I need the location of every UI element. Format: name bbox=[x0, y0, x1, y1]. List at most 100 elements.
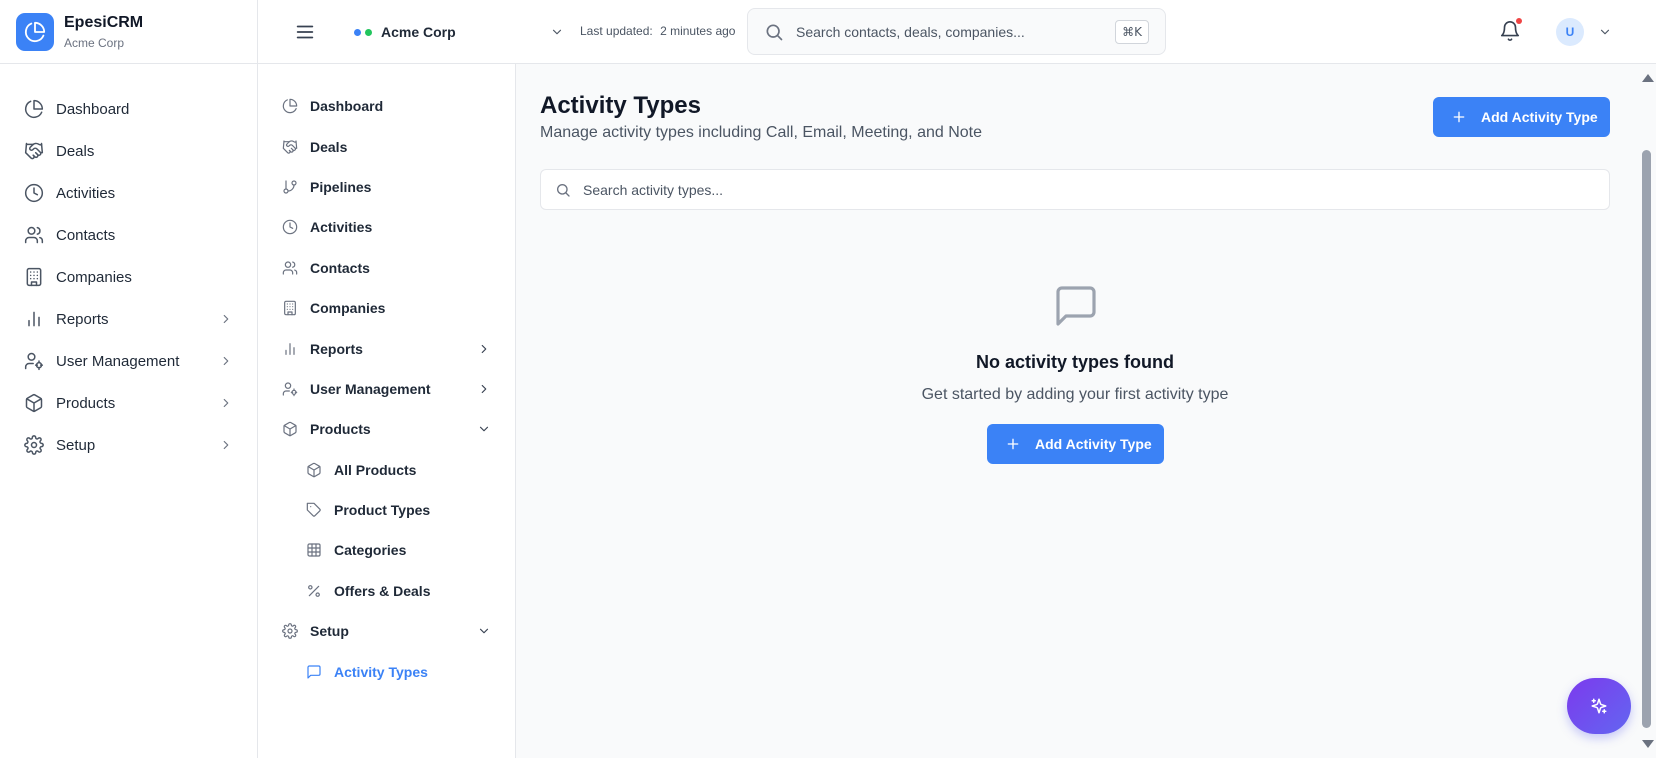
subnav-item-offers-deals[interactable]: Offers & Deals bbox=[258, 571, 515, 611]
brand-org: Acme Corp bbox=[64, 35, 125, 50]
chevron-down-icon bbox=[479, 628, 489, 634]
percent-icon bbox=[308, 584, 320, 597]
scroll-down-arrow-icon[interactable] bbox=[1642, 740, 1654, 748]
menu-icon[interactable] bbox=[294, 21, 316, 43]
activity-types-search[interactable] bbox=[540, 169, 1610, 210]
secondary-sidebar: Dashboard Deals Pipelines Activities Con… bbox=[258, 64, 516, 758]
subnav-item-all-products[interactable]: All Products bbox=[258, 450, 515, 490]
chevron-down-icon[interactable] bbox=[1598, 25, 1612, 39]
sidebar-item-label: Deals bbox=[56, 142, 95, 160]
chevron-down-icon bbox=[552, 29, 562, 35]
subnav-item-dashboard[interactable]: Dashboard bbox=[258, 86, 515, 126]
clock-icon bbox=[282, 220, 298, 235]
subnav-item-pipelines[interactable]: Pipelines bbox=[258, 167, 515, 207]
brand[interactable]: EpesiCRM Acme Corp bbox=[0, 0, 257, 64]
subnav-item-label: Reports bbox=[310, 340, 363, 357]
gear-icon bbox=[282, 623, 298, 640]
sidebar-item-label: Dashboard bbox=[56, 100, 130, 118]
sidebar-item-companies[interactable]: Companies bbox=[0, 256, 257, 298]
last-updated: Last updated: 2 minutes ago bbox=[580, 24, 735, 38]
subnav-item-user-management[interactable]: User Management bbox=[258, 369, 515, 409]
handshake-icon bbox=[24, 142, 44, 160]
sparkles-icon bbox=[1591, 698, 1607, 714]
sidebar-item-activities[interactable]: Activities bbox=[0, 172, 257, 214]
search-icon bbox=[766, 24, 783, 40]
subnav-item-label: User Management bbox=[310, 380, 431, 397]
sidebar-item-label: User Management bbox=[56, 352, 180, 370]
org-status-dot bbox=[354, 28, 361, 36]
chevron-right-icon bbox=[223, 398, 229, 408]
subnav-item-setup[interactable]: Setup bbox=[258, 611, 515, 651]
brand-logo-icon bbox=[16, 12, 54, 51]
subnav-item-label: Offers & Deals bbox=[334, 582, 431, 599]
subnav-item-companies[interactable]: Companies bbox=[258, 288, 515, 328]
subnav-item-activity-types[interactable]: Activity Types bbox=[258, 651, 515, 691]
ai-assistant-button[interactable] bbox=[1567, 678, 1631, 734]
sidebar-item-dashboard[interactable]: Dashboard bbox=[0, 88, 257, 130]
subnav-item-product-types[interactable]: Product Types bbox=[258, 490, 515, 530]
empty-state-title: No activity types found bbox=[975, 352, 1175, 372]
subnav-item-label: Pipelines bbox=[310, 178, 372, 195]
subnav-item-label: Product Types bbox=[334, 502, 431, 519]
handshake-icon bbox=[282, 139, 298, 154]
package-icon bbox=[283, 422, 297, 437]
secondary-nav: Dashboard Deals Pipelines Activities Con… bbox=[258, 64, 515, 692]
message-square-icon bbox=[307, 665, 321, 679]
chevron-right-icon bbox=[223, 314, 229, 324]
add-activity-type-button[interactable]: Add Activity Type bbox=[1433, 97, 1610, 137]
package-icon bbox=[25, 393, 43, 413]
subnav-item-label: Activities bbox=[310, 219, 373, 236]
grid-icon bbox=[307, 543, 321, 558]
brand-name: EpesiCRM bbox=[64, 13, 144, 31]
pie-chart-icon bbox=[282, 98, 298, 114]
sidebar-item-reports[interactable]: Reports bbox=[0, 298, 257, 340]
scroll-thumb[interactable] bbox=[1642, 150, 1651, 728]
chevron-down-icon bbox=[479, 426, 489, 432]
building-icon bbox=[284, 300, 296, 316]
subnav-item-label: Setup bbox=[310, 623, 349, 640]
subnav-item-label: All Products bbox=[334, 461, 417, 478]
sidebar-item-label: Contacts bbox=[56, 226, 116, 244]
empty-add-activity-type-button[interactable]: Add Activity Type bbox=[987, 424, 1164, 464]
global-search-input[interactable] bbox=[796, 23, 1086, 40]
scrollbar[interactable] bbox=[1638, 64, 1656, 758]
sidebar-item-setup[interactable]: Setup bbox=[0, 424, 257, 466]
org-switcher-label: Acme Corp bbox=[381, 24, 456, 40]
empty-add-activity-type-label: Add Activity Type bbox=[1035, 436, 1152, 452]
user-cog-icon bbox=[24, 352, 44, 371]
sidebar-item-contacts[interactable]: Contacts bbox=[0, 214, 257, 256]
bar-chart-icon bbox=[28, 311, 40, 327]
page-title: Activity Types bbox=[540, 92, 701, 119]
subnav-item-products[interactable]: Products bbox=[258, 409, 515, 449]
activity-types-search-input[interactable] bbox=[583, 181, 1483, 198]
gear-icon bbox=[24, 435, 44, 455]
users-icon bbox=[282, 261, 298, 275]
sidebar-item-label: Companies bbox=[56, 268, 132, 286]
sidebar-item-label: Products bbox=[56, 394, 116, 412]
sidebar-item-deals[interactable]: Deals bbox=[0, 130, 257, 172]
pie-chart-icon bbox=[24, 99, 44, 119]
chevron-right-icon bbox=[223, 440, 229, 450]
search-icon bbox=[557, 183, 570, 197]
org-switcher[interactable]: Acme Corp bbox=[354, 20, 564, 44]
tag-icon bbox=[306, 502, 321, 517]
chevron-right-icon bbox=[481, 384, 487, 394]
users-icon bbox=[24, 226, 44, 244]
user-cog-icon bbox=[282, 382, 298, 397]
clock-icon bbox=[24, 183, 44, 203]
main-content: Activity Types Manage activity types inc… bbox=[516, 64, 1638, 758]
chevron-right-icon bbox=[223, 356, 229, 366]
sidebar-item-user-management[interactable]: User Management bbox=[0, 340, 257, 382]
subnav-item-label: Dashboard bbox=[310, 98, 384, 115]
sidebar-item-products[interactable]: Products bbox=[0, 382, 257, 424]
subnav-item-deals[interactable]: Deals bbox=[258, 126, 515, 166]
chevron-right-icon bbox=[481, 344, 487, 353]
subnav-item-categories[interactable]: Categories bbox=[258, 530, 515, 570]
avatar[interactable]: U bbox=[1556, 18, 1584, 46]
scroll-up-arrow-icon[interactable] bbox=[1642, 74, 1654, 82]
subnav-item-reports[interactable]: Reports bbox=[258, 328, 515, 368]
subnav-item-activities[interactable]: Activities bbox=[258, 207, 515, 247]
subnav-item-label: Deals bbox=[310, 138, 348, 155]
global-search[interactable]: ⌘K bbox=[747, 8, 1166, 55]
subnav-item-contacts[interactable]: Contacts bbox=[258, 248, 515, 288]
